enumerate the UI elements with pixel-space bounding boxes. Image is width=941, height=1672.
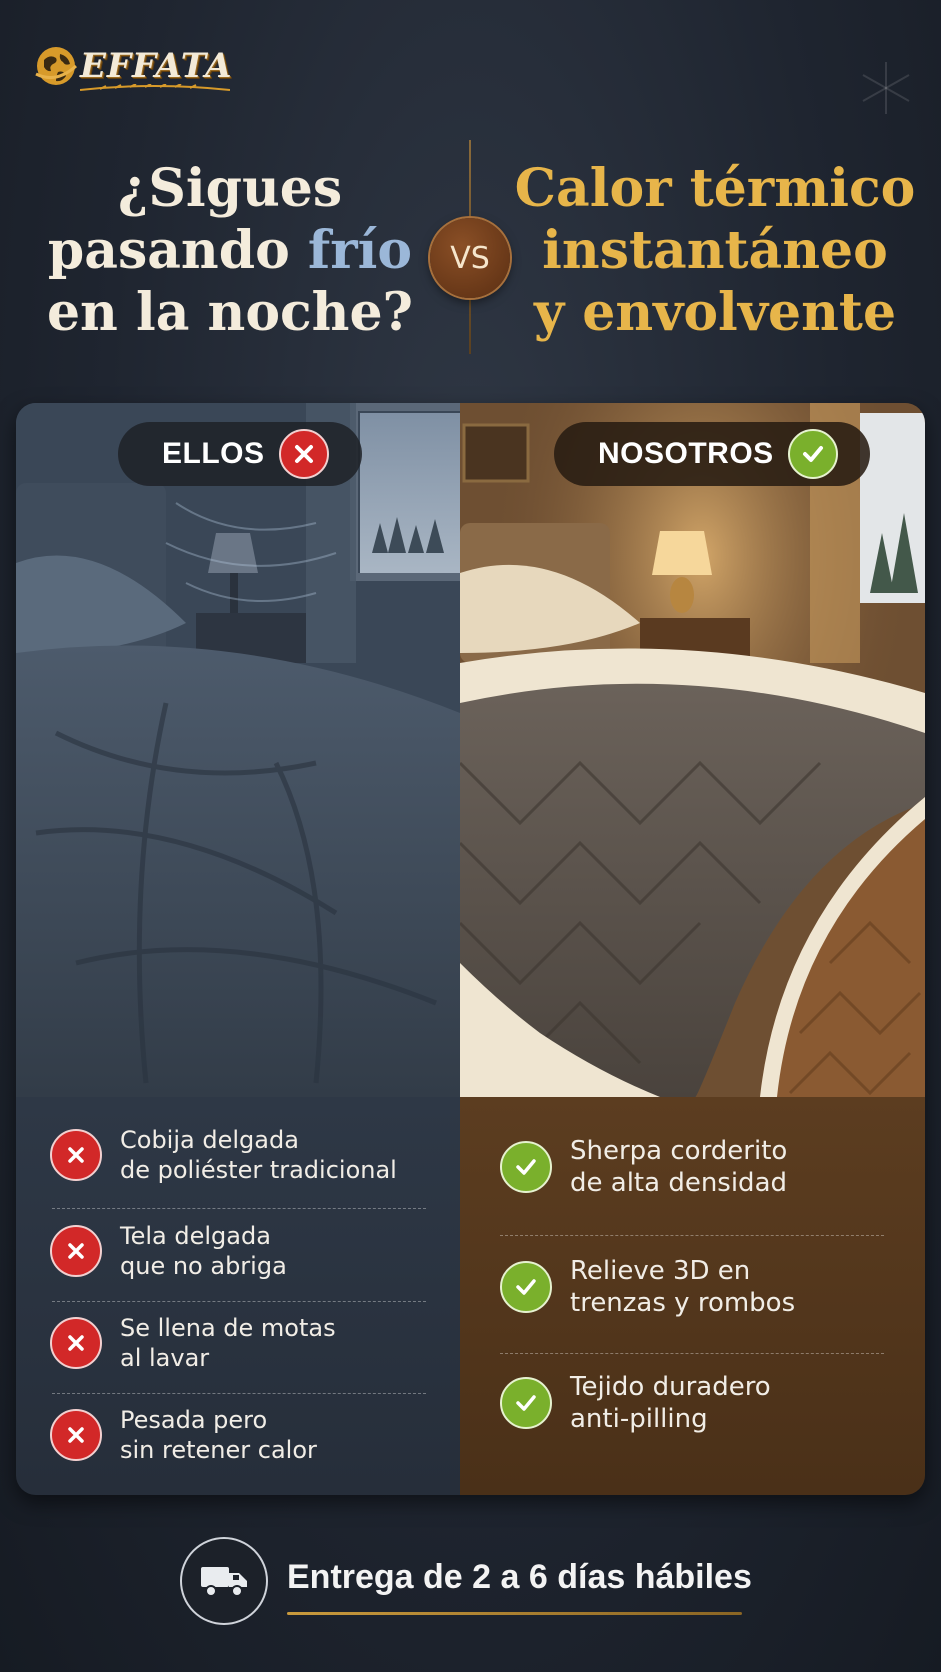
list-item: Pesada pero sin retener calor — [50, 1405, 317, 1465]
comparison-card: ELLOS NOSOTROS Cobija delgada de poliéste… — [16, 403, 925, 1495]
item-line: sin retener calor — [120, 1436, 317, 1464]
cold-bedroom-photo — [16, 403, 460, 1097]
left-headline-text: pasando — [47, 220, 308, 281]
divider — [500, 1235, 884, 1236]
brand-logo: EFFATA — [34, 36, 244, 98]
left-headline: ¿Sigues pasando frío en la noche? — [40, 158, 420, 344]
item-line: trenzas y rombos — [570, 1288, 796, 1318]
x-icon — [50, 1317, 102, 1369]
item-line: Cobija delgada — [120, 1126, 299, 1154]
check-icon — [787, 429, 838, 479]
vs-badge: VS — [430, 218, 510, 298]
list-item: Cobija delgada de poliéster tradicional — [50, 1125, 397, 1185]
check-icon — [500, 1141, 552, 1193]
item-line: Relieve 3D en — [570, 1256, 751, 1286]
ellos-features-list: Cobija delgada de poliéster tradicional T… — [16, 1097, 460, 1495]
delivery-underline — [287, 1612, 742, 1615]
item-line: que no abriga — [120, 1252, 287, 1280]
brand-wordmark: EFFATA — [80, 46, 233, 86]
truck-icon — [180, 1537, 268, 1625]
divider — [52, 1208, 426, 1209]
warm-bed-illustration — [460, 403, 925, 1097]
x-icon — [278, 429, 329, 479]
item-line: al lavar — [120, 1344, 210, 1372]
snowflake-icon — [862, 62, 910, 114]
ellos-pill: ELLOS — [118, 422, 362, 486]
check-icon — [500, 1377, 552, 1429]
nosotros-label: NOSOTROS — [598, 437, 774, 470]
item-line: de poliéster tradicional — [120, 1156, 397, 1184]
left-headline-line: en la noche? — [46, 282, 414, 343]
item-line: Tela delgada — [120, 1222, 271, 1250]
wheat-swoosh-icon — [80, 84, 230, 91]
right-headline-line: instantáneo — [542, 220, 888, 281]
item-line: Se llena de motas — [120, 1314, 336, 1342]
left-headline-accent: frío — [307, 220, 413, 281]
right-headline-line: Calor térmico — [514, 158, 916, 219]
right-headline-line: y envolvente — [533, 282, 897, 343]
list-item: Tejido duradero anti-pilling — [500, 1371, 771, 1435]
list-item: Relieve 3D en trenzas y rombos — [500, 1255, 795, 1319]
x-icon — [50, 1225, 102, 1277]
item-line: de alta densidad — [570, 1168, 788, 1198]
item-line: anti-pilling — [570, 1404, 708, 1434]
right-headline: Calor térmico instantáneo y envolvente — [505, 158, 925, 344]
ellos-label: ELLOS — [162, 437, 265, 470]
list-item: Se llena de motas al lavar — [50, 1313, 336, 1373]
divider — [52, 1301, 426, 1302]
item-line: Sherpa corderito — [570, 1136, 788, 1166]
list-item: Tela delgada que no abriga — [50, 1221, 287, 1281]
delivery-text: Entrega de 2 a 6 días hábiles — [287, 1558, 752, 1596]
left-headline-line: ¿Sigues — [117, 158, 343, 219]
item-line: Tejido duradero — [570, 1372, 771, 1402]
x-icon — [50, 1129, 102, 1181]
warm-bedroom-photo — [460, 403, 925, 1097]
item-line: Pesada pero — [120, 1406, 268, 1434]
globe-icon — [35, 47, 78, 85]
x-icon — [50, 1409, 102, 1461]
nosotros-features-list: Sherpa corderito de alta densidad Relieve… — [460, 1097, 925, 1495]
cold-bed-illustration — [16, 403, 460, 1097]
nosotros-pill: NOSOTROS — [554, 422, 870, 486]
list-item: Sherpa corderito de alta densidad — [500, 1135, 787, 1199]
divider — [500, 1353, 884, 1354]
left-headline-line: pasando frío — [40, 220, 420, 282]
divider — [52, 1393, 426, 1394]
check-icon — [500, 1261, 552, 1313]
